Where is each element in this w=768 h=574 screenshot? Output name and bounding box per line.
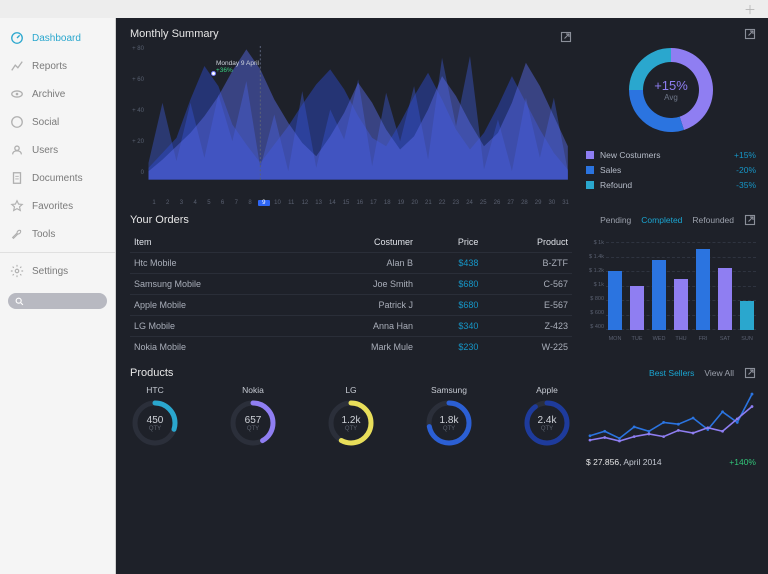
orders-col: Product (482, 232, 572, 253)
legend-row: Sales-20% (586, 165, 756, 175)
area-tooltip: Monday 9 April +36% (216, 60, 259, 74)
settings-icon (10, 264, 24, 278)
table-row[interactable]: Htc MobileAlan B$438B-ZTF (130, 253, 572, 274)
bar (674, 279, 688, 330)
bar (630, 286, 644, 330)
social-icon (10, 115, 24, 129)
main-content: Monthly Summary + 80+ 60+ 40+ 200 Monday… (116, 18, 768, 574)
donut-panel: +15% Avg New Costumers+15% Sales-20% Refou… (586, 28, 756, 206)
legend-row: Refound-35% (586, 180, 756, 190)
bar-panel: Pending Completed Refounded $ 1k$ 1.4k$ 1.… (586, 214, 756, 357)
expand-icon[interactable] (560, 31, 572, 43)
search-input[interactable] (8, 293, 107, 309)
sidebar-item-label: Reports (32, 61, 67, 72)
favorites-icon (10, 199, 24, 213)
expand-icon[interactable] (744, 214, 756, 226)
products-tab-best-sellers[interactable]: Best Sellers (649, 368, 694, 378)
orders-table: ItemCostumerPriceProduct Htc MobileAlan … (130, 232, 572, 357)
line-panel: Best Sellers View All $ 27.856, April 201… (586, 367, 756, 467)
donut-legend: New Costumers+15% Sales-20% Refound-35% (586, 150, 756, 190)
sidebar-item-users[interactable]: Users (0, 136, 115, 164)
sidebar-item-label: Documents (32, 173, 83, 184)
orders-col: Price (417, 232, 482, 253)
legend-row: New Costumers+15% (586, 150, 756, 160)
orders-tab-refounded[interactable]: Refounded (692, 215, 734, 225)
orders-col: Item (130, 232, 302, 253)
monthly-summary-panel: Monthly Summary + 80+ 60+ 40+ 200 Monday… (130, 28, 572, 206)
orders-title: Your Orders (130, 214, 572, 226)
orders-tab-pending[interactable]: Pending (600, 215, 631, 225)
users-icon (10, 143, 24, 157)
donut-chart: +15% Avg (621, 40, 721, 140)
bar (608, 271, 622, 330)
bar (652, 260, 666, 330)
sidebar-item-label: Archive (32, 89, 65, 100)
tooltip-date: Monday 9 April (216, 60, 259, 67)
product-ring-htc[interactable]: HTC 450QTY (130, 385, 180, 448)
table-row[interactable]: Nokia MobileMark Mule$230W-225 (130, 337, 572, 358)
products-tab-view-all[interactable]: View All (704, 368, 734, 378)
products-title: Products (130, 367, 572, 379)
line-chart (586, 383, 756, 453)
product-ring-lg[interactable]: LG 1.2kQTY (326, 385, 376, 448)
product-ring-nokia[interactable]: Nokia 657QTY (228, 385, 278, 448)
sidebar-separator (0, 252, 115, 253)
sidebar-item-settings[interactable]: Settings (0, 257, 115, 285)
expand-icon[interactable] (744, 28, 756, 40)
sidebar-item-label: Favorites (32, 201, 73, 212)
dashboard-icon (10, 31, 24, 45)
donut-label: Avg (664, 93, 678, 102)
reports-icon (10, 59, 24, 73)
add-icon[interactable]: ＋ (744, 1, 756, 18)
sidebar-item-dashboard[interactable]: Dashboard (0, 24, 115, 52)
product-ring-apple[interactable]: Apple 2.4kQTY (522, 385, 572, 448)
trend-amount: $ 27.856, April 2014 (586, 457, 662, 467)
sidebar-item-reports[interactable]: Reports (0, 52, 115, 80)
sidebar-item-documents[interactable]: Documents (0, 164, 115, 192)
orders-col: Costumer (302, 232, 417, 253)
sidebar-item-label: Social (32, 117, 59, 128)
sidebar-item-tools[interactable]: Tools (0, 220, 115, 248)
trend-change: +140% (729, 457, 756, 467)
window-titlebar: ＋ (0, 0, 768, 18)
table-row[interactable]: Apple MobilePatrick J$680E-567 (130, 295, 572, 316)
products-panel: Products HTC 450QTY Nokia 657QTY (130, 367, 572, 467)
sidebar-item-label: Dashboard (32, 33, 81, 44)
search-icon (15, 297, 24, 306)
product-ring-samsung[interactable]: Samsung 1.8kQTY (424, 385, 474, 448)
table-row[interactable]: LG MobileAnna Han$340Z-423 (130, 316, 572, 337)
bar-chart: $ 1k$ 1.4k$ 1.2k$ 1k$ 800$ 600$ 400 MONT… (586, 232, 756, 342)
area-x-ticks: 1234567891011121314151617181920212223242… (148, 200, 572, 206)
orders-tab-completed[interactable]: Completed (641, 215, 682, 225)
sidebar-item-label: Users (32, 145, 58, 156)
orders-panel: Your Orders ItemCostumerPriceProduct Htc… (130, 214, 572, 357)
bar (696, 249, 710, 330)
tooltip-change: +36% (216, 67, 233, 74)
donut-value: +15% (654, 78, 688, 93)
sidebar-item-favorites[interactable]: Favorites (0, 192, 115, 220)
area-chart (130, 46, 572, 200)
table-row[interactable]: Samsung MobileJoe Smith$680C-567 (130, 274, 572, 295)
sidebar: Dashboard Reports Archive Social Users Docume… (0, 18, 116, 574)
documents-icon (10, 171, 24, 185)
archive-icon (10, 87, 24, 101)
sidebar-item-label: Settings (32, 266, 68, 277)
expand-icon[interactable] (744, 367, 756, 379)
bar (718, 268, 732, 330)
monthly-summary-title: Monthly Summary (130, 28, 219, 40)
sidebar-item-label: Tools (32, 229, 55, 240)
tools-icon (10, 227, 24, 241)
sidebar-item-archive[interactable]: Archive (0, 80, 115, 108)
bar (740, 301, 754, 330)
sidebar-item-social[interactable]: Social (0, 108, 115, 136)
